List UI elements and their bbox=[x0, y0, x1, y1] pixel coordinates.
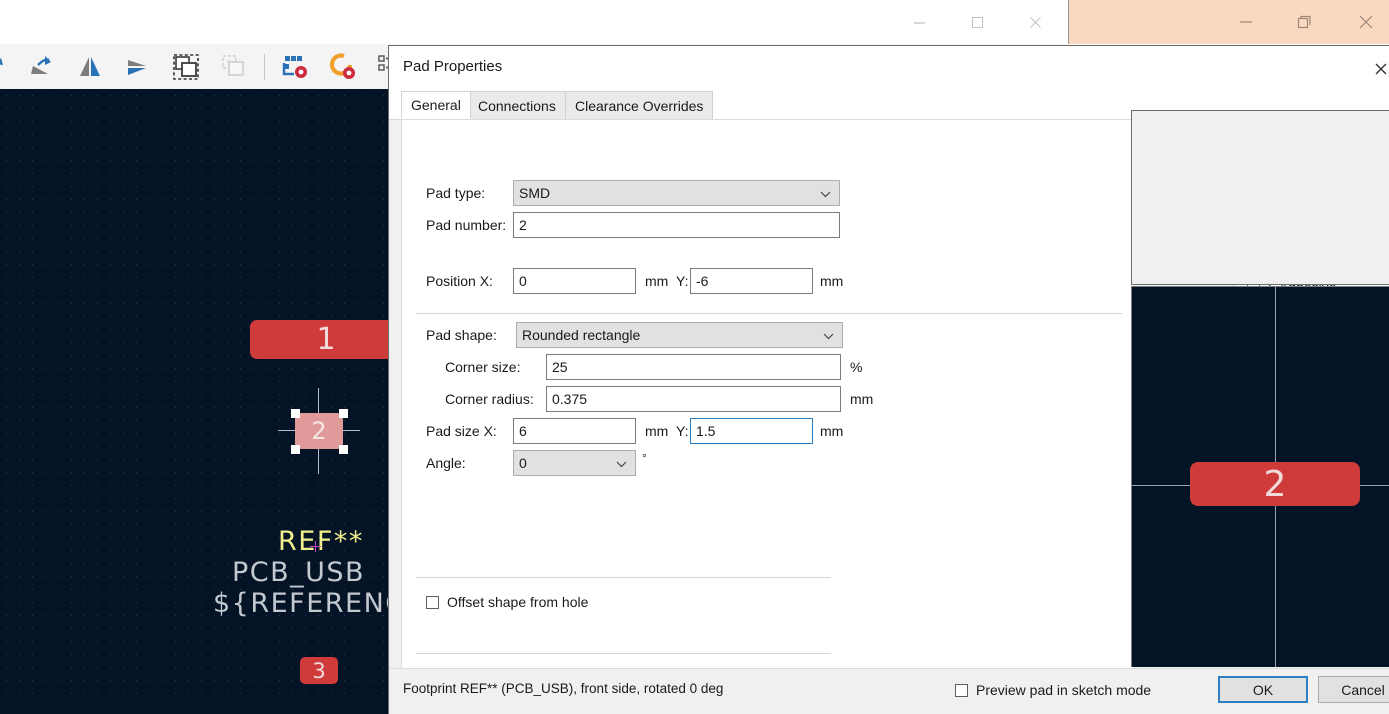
right-background-titlebar bbox=[1068, 0, 1389, 44]
pad-size-y-label: Y: bbox=[676, 423, 689, 439]
offset-shape-checkbox[interactable] bbox=[426, 595, 439, 609]
pad-size-x-input[interactable] bbox=[513, 418, 636, 444]
pad-size-y-unit: mm bbox=[820, 423, 844, 439]
mirror-vertical-icon[interactable] bbox=[66, 44, 114, 89]
selection-handle[interactable] bbox=[339, 409, 348, 418]
footprint-properties-icon[interactable] bbox=[271, 44, 319, 89]
footprint-status-text: Footprint REF** (PCB_USB), front side, r… bbox=[403, 681, 724, 696]
selection-handle[interactable] bbox=[291, 409, 300, 418]
preview-sketch-mode-checkbox[interactable] bbox=[955, 683, 968, 697]
pad-size-x-unit: mm bbox=[645, 423, 669, 439]
corner-radius-input[interactable] bbox=[546, 386, 841, 412]
pad-shape-label: Pad shape: bbox=[426, 327, 497, 343]
corner-size-input[interactable] bbox=[546, 354, 841, 380]
redo-icon[interactable] bbox=[18, 44, 66, 89]
cancel-button[interactable]: Cancel bbox=[1318, 676, 1389, 703]
pad-number-label: Pad number: bbox=[426, 217, 507, 233]
chevron-down-icon bbox=[820, 181, 831, 205]
corner-radius-label: Corner radius: bbox=[445, 391, 534, 407]
divider bbox=[416, 653, 831, 654]
minimize-icon[interactable] bbox=[890, 0, 948, 44]
angle-label: Angle: bbox=[426, 455, 466, 471]
angle-value: 0 bbox=[519, 455, 527, 471]
position-y-input[interactable] bbox=[690, 268, 813, 294]
pad-number-input[interactable] bbox=[513, 212, 840, 238]
position-x-label: Position X: bbox=[426, 273, 493, 289]
ungroup-items-icon[interactable] bbox=[210, 44, 258, 89]
pad-2-selected[interactable]: 2 bbox=[295, 413, 343, 449]
footprint-field-text[interactable]: ${REFERENC bbox=[213, 588, 406, 619]
pad-type-label: Pad type: bbox=[426, 185, 486, 201]
footprint-value-text[interactable]: PCB_USB bbox=[232, 557, 365, 588]
selection-handle[interactable] bbox=[339, 445, 348, 454]
position-y-label: Y: bbox=[676, 273, 689, 289]
selection-handle[interactable] bbox=[291, 445, 300, 454]
chevron-down-icon bbox=[616, 451, 627, 475]
maximize-icon[interactable] bbox=[1275, 0, 1333, 44]
corner-size-label: Corner size: bbox=[445, 359, 521, 375]
divider bbox=[416, 313, 1122, 314]
screen: 1 2 REF** PCB_USB ${REFERENC 3 4 bbox=[0, 0, 1389, 714]
pad-size-x-label: Pad size X: bbox=[426, 423, 497, 439]
chevron-down-icon bbox=[823, 323, 834, 347]
preview-empty-box bbox=[1131, 110, 1389, 285]
offset-shape-label: Offset shape from hole bbox=[447, 594, 589, 610]
close-icon[interactable] bbox=[1006, 0, 1064, 44]
pad-shape-select[interactable]: Rounded rectangle bbox=[516, 322, 843, 348]
preview-sketch-mode-row[interactable]: Preview pad in sketch mode bbox=[955, 682, 1151, 698]
dialog-titlebar: Pad Properties bbox=[389, 46, 1389, 91]
divider bbox=[416, 577, 831, 578]
redo-arc-icon[interactable] bbox=[0, 44, 18, 89]
preview-pad-shape: 2 bbox=[1190, 462, 1360, 506]
tab-connections[interactable]: Connections bbox=[468, 91, 566, 119]
pad-size-y-input[interactable] bbox=[690, 418, 813, 444]
maximize-icon[interactable] bbox=[948, 0, 1006, 44]
toolbar-separator bbox=[264, 53, 265, 80]
corner-size-unit: % bbox=[850, 359, 863, 375]
preview-sketch-mode-label: Preview pad in sketch mode bbox=[976, 682, 1152, 698]
pad-type-select[interactable]: SMD bbox=[513, 180, 840, 206]
angle-unit: ° bbox=[642, 451, 647, 465]
background-titlebar bbox=[0, 0, 1075, 44]
position-x-unit: mm bbox=[645, 273, 669, 289]
group-items-icon[interactable] bbox=[162, 44, 210, 89]
ok-button[interactable]: OK bbox=[1218, 676, 1308, 703]
corner-radius-unit: mm bbox=[850, 391, 874, 407]
general-tab-panel: Pad type: SMD Pad number: Position X: mm… bbox=[401, 119, 1135, 707]
pad-preview-canvas: 2 bbox=[1131, 286, 1389, 667]
mirror-horizontal-icon[interactable] bbox=[114, 44, 162, 89]
position-x-input[interactable] bbox=[513, 268, 636, 294]
footprint-anchor-icon bbox=[310, 541, 321, 552]
pad-type-value: SMD bbox=[519, 185, 551, 201]
pad-1[interactable]: 1 bbox=[250, 320, 402, 359]
offset-shape-from-hole-row[interactable]: Offset shape from hole bbox=[426, 594, 588, 610]
minimize-icon[interactable] bbox=[1217, 0, 1275, 44]
tab-clearance-overrides[interactable]: Clearance Overrides bbox=[565, 91, 714, 119]
pad-shape-value: Rounded rectangle bbox=[522, 327, 641, 343]
pad-properties-icon[interactable] bbox=[319, 44, 367, 89]
pad-3[interactable]: 3 bbox=[300, 657, 338, 684]
tab-general[interactable]: General bbox=[401, 91, 471, 119]
angle-select[interactable]: 0 bbox=[513, 450, 636, 476]
dialog-close-icon[interactable] bbox=[1374, 46, 1389, 91]
position-y-unit: mm bbox=[820, 273, 844, 289]
dialog-title: Pad Properties bbox=[403, 58, 503, 75]
close-icon[interactable] bbox=[1337, 0, 1389, 44]
